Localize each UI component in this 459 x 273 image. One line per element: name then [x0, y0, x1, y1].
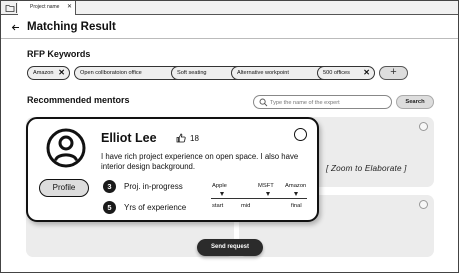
- close-icon[interactable]: ✕: [67, 4, 72, 11]
- timeline-company-label: Apple: [212, 183, 227, 189]
- add-keyword-button[interactable]: +: [379, 66, 408, 80]
- keyword-chip-label: Amazon: [33, 70, 54, 76]
- timeline-marker: [294, 192, 298, 196]
- remove-chip-icon[interactable]: ✕: [58, 67, 65, 79]
- keyword-chip[interactable]: 500 offices ✕: [317, 66, 375, 80]
- stat-label: Yrs of experience: [124, 203, 187, 212]
- timeline-marker: [266, 192, 270, 196]
- timeline-phase-label: final: [291, 203, 302, 209]
- profile-button[interactable]: Profile: [39, 179, 89, 197]
- timeline-marker: [220, 192, 224, 196]
- stat-number: 5: [103, 201, 116, 214]
- send-request-button[interactable]: Send request: [197, 239, 263, 256]
- mentor-card[interactable]: Profile Elliot Lee 18 I have rich projec…: [26, 117, 319, 222]
- tab-project[interactable]: Project name ✕: [18, 1, 76, 15]
- mentor-bio: I have rich project experience on open s…: [101, 152, 299, 171]
- timeline-axis: [211, 198, 307, 199]
- remove-chip-icon[interactable]: ✕: [363, 67, 370, 79]
- app-window: Project name ✕ Matching Result RFP Keywo…: [0, 0, 459, 273]
- header-divider: [1, 38, 458, 39]
- timeline-phase-label: mid: [241, 203, 251, 209]
- tab-bar: Project name ✕: [1, 1, 458, 15]
- recommended-mentors-heading: Recommended mentors: [27, 95, 130, 105]
- timeline-company-label: MSFT: [258, 183, 274, 189]
- keyword-chip-label: Alternative workpoint: [237, 70, 289, 76]
- timeline-phase-label: start: [212, 203, 224, 209]
- mentor-select-radio[interactable]: [419, 122, 428, 131]
- keyword-chip-label: Soft seating: [177, 70, 207, 76]
- thumbs-up-icon: [176, 133, 186, 143]
- mentor-name: Elliot Lee: [101, 131, 157, 145]
- tab-label: Project name: [30, 4, 60, 10]
- expert-search-input[interactable]: [270, 97, 388, 108]
- stat-label: Proj. in-progress: [124, 182, 183, 191]
- project-timeline: Apple MSFT Amazon start mid final: [211, 183, 307, 213]
- back-arrow-icon[interactable]: [11, 23, 20, 32]
- keyword-chip-label: Open collboratoion office: [80, 70, 142, 76]
- mentor-select-radio[interactable]: [294, 128, 307, 141]
- search-icon: [259, 98, 268, 107]
- search-button[interactable]: Search: [396, 95, 434, 109]
- stat-number: 3: [103, 180, 116, 193]
- avatar-icon: [46, 128, 86, 168]
- keyword-chip-label: 500 offices: [323, 70, 350, 76]
- rfp-keywords-heading: RFP Keywords: [27, 49, 91, 59]
- expert-search-box[interactable]: [253, 95, 392, 109]
- like-count: 18: [190, 134, 199, 143]
- mentor-select-radio[interactable]: [419, 200, 428, 209]
- folder-icon[interactable]: [5, 3, 17, 13]
- zoom-hint: [ Zoom to Elaborate ]: [326, 164, 407, 173]
- timeline-company-label: Amazon: [285, 183, 307, 189]
- page-title: Matching Result: [27, 21, 116, 33]
- keyword-chip[interactable]: Amazon ✕: [27, 66, 70, 80]
